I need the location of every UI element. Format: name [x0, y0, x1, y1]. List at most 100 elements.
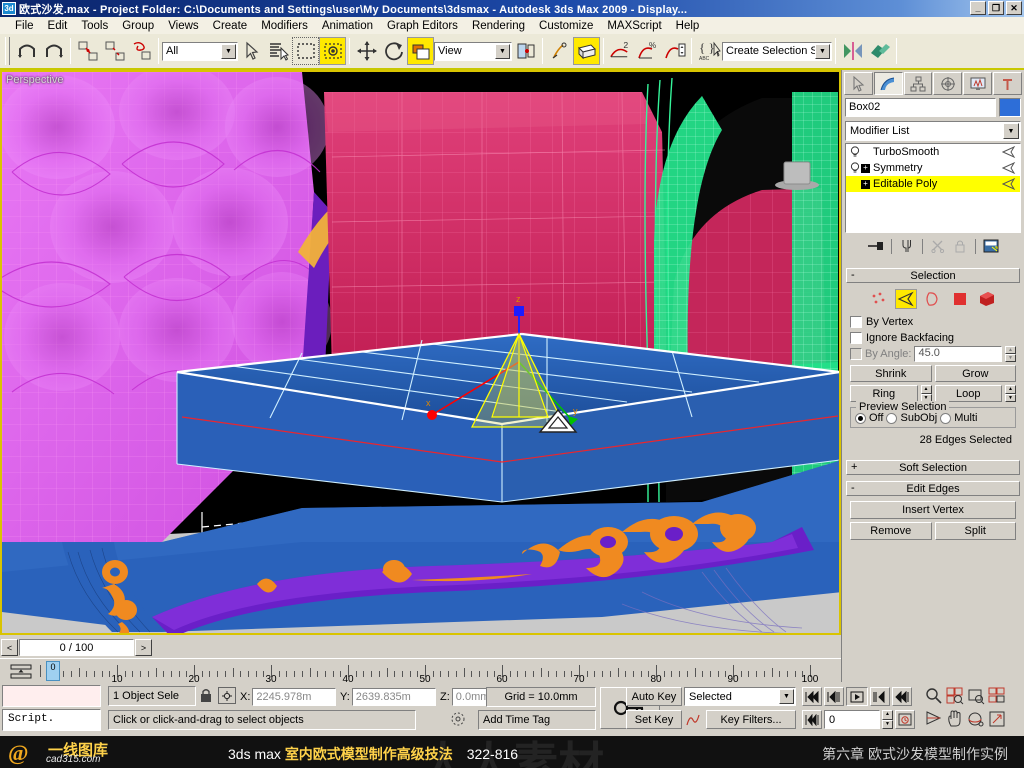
redo-button[interactable]: [40, 37, 67, 65]
previous-frame-button[interactable]: [824, 687, 844, 706]
undo-button[interactable]: [13, 37, 40, 65]
mirror-button[interactable]: [839, 37, 866, 65]
menu-item-customize[interactable]: Customize: [532, 19, 600, 33]
lightbulb-icon[interactable]: [848, 146, 861, 158]
arc-rotate-icon[interactable]: [967, 710, 985, 731]
make-unique-button[interactable]: [928, 237, 948, 256]
unlink-selection-button[interactable]: [101, 37, 128, 65]
display-tab[interactable]: [963, 72, 993, 95]
timeline-ruler[interactable]: 10 20 30 40 50 60 70 80 90 100: [40, 659, 841, 686]
key-mode-combo[interactable]: Selected ▼: [684, 687, 796, 706]
minimize-button[interactable]: _: [970, 1, 986, 15]
by-angle-checkbox[interactable]: [850, 348, 862, 360]
use-center-flyout-button[interactable]: [512, 37, 539, 65]
ignore-backfacing-row[interactable]: Ignore Backfacing: [850, 330, 1016, 346]
zoom-extents-icon[interactable]: [967, 687, 985, 708]
menu-item-edit[interactable]: Edit: [41, 19, 75, 33]
frame-spinner[interactable]: ▲ ▼: [882, 710, 893, 729]
edge-level-button[interactable]: [895, 289, 917, 309]
ring-button[interactable]: Ring: [850, 385, 918, 402]
select-and-link-button[interactable]: [74, 37, 101, 65]
ring-spinner[interactable]: ▲ ▼: [920, 385, 932, 402]
chevron-down-icon[interactable]: ▼: [815, 43, 830, 59]
zoom-extents-all-icon[interactable]: [988, 687, 1006, 708]
adaptive-degradation-icon[interactable]: [450, 711, 466, 730]
by-vertex-checkbox[interactable]: [850, 316, 862, 328]
preview-subobj-radio[interactable]: [886, 412, 898, 424]
current-frame-input[interactable]: 0: [824, 710, 880, 729]
border-level-button[interactable]: [922, 289, 944, 309]
current-frame-display[interactable]: 0 / 100: [19, 639, 134, 656]
loop-button[interactable]: Loop: [934, 385, 1002, 402]
soft-selection-rollout-header[interactable]: + Soft Selection: [846, 460, 1020, 475]
time-configuration-button[interactable]: [895, 710, 915, 729]
viewport-3d-scene[interactable]: z x y: [2, 72, 839, 633]
spinner-snap-toggle-button[interactable]: [661, 37, 688, 65]
perspective-viewport[interactable]: Perspective z x y: [0, 70, 841, 635]
modifier-list-combo[interactable]: Modifier List ▼: [845, 121, 1021, 141]
rectangular-selection-region-button[interactable]: [292, 37, 319, 65]
remove-modifier-button[interactable]: [950, 237, 970, 256]
auto-key-button[interactable]: Auto Key: [626, 687, 682, 706]
grow-button[interactable]: Grow: [934, 365, 1016, 382]
modifier-stack-item-selected[interactable]: + Editable Poly: [846, 176, 1020, 192]
pan-view-icon[interactable]: [946, 710, 964, 731]
key-mode-toggle-icon[interactable]: [802, 710, 822, 729]
menu-item-rendering[interactable]: Rendering: [465, 19, 532, 33]
key-curve-icon[interactable]: [684, 710, 702, 729]
select-object-button[interactable]: [238, 37, 265, 65]
select-and-rotate-button[interactable]: [380, 37, 407, 65]
pin-stack-button[interactable]: [866, 237, 886, 256]
named-selection-set-combo[interactable]: Create Selection Set ▼: [722, 41, 832, 61]
menu-item-group[interactable]: Group: [115, 19, 161, 33]
menu-item-animation[interactable]: Animation: [315, 19, 380, 33]
named-selection-sets-button[interactable]: { } ABC: [695, 37, 722, 65]
by-vertex-row[interactable]: By Vertex: [850, 314, 1016, 330]
viewport-label[interactable]: Perspective: [6, 74, 63, 86]
show-end-result-button[interactable]: [897, 237, 917, 256]
motion-tab[interactable]: [933, 72, 963, 95]
loop-spinner[interactable]: ▲ ▼: [1005, 385, 1016, 402]
preview-multi-radio[interactable]: [940, 412, 952, 424]
lightbulb-icon[interactable]: [848, 162, 861, 174]
time-slider-track[interactable]: 10 20 30 40 50 60 70 80 90 100 0: [0, 658, 841, 685]
insert-vertex-button[interactable]: Insert Vertex: [850, 501, 1016, 519]
utilities-tab[interactable]: [993, 72, 1022, 95]
chevron-down-icon[interactable]: ▼: [779, 689, 794, 704]
shrink-button[interactable]: Shrink: [850, 365, 932, 382]
modifier-stack-item[interactable]: TurboSmooth: [846, 144, 1020, 160]
previous-frame-button[interactable]: <: [1, 639, 18, 656]
vertex-level-button[interactable]: [868, 289, 890, 309]
play-animation-button[interactable]: [846, 687, 868, 706]
ignore-backfacing-checkbox[interactable]: [850, 332, 862, 344]
zoom-icon[interactable]: [925, 687, 943, 708]
time-slider-handle[interactable]: 0: [46, 661, 60, 681]
script-label[interactable]: Script.: [2, 709, 101, 731]
x-coordinate-field[interactable]: X: 2245.978m: [240, 687, 337, 707]
object-name-input[interactable]: Box02: [845, 98, 996, 117]
create-tab[interactable]: [844, 72, 873, 95]
percent-snap-toggle-button[interactable]: %: [634, 37, 661, 65]
expand-modifier-icon[interactable]: +: [861, 179, 870, 189]
configure-modifier-sets-button[interactable]: [981, 237, 1001, 256]
menu-item-help[interactable]: Help: [669, 19, 707, 33]
remove-button[interactable]: Remove: [850, 522, 932, 540]
expand-modifier-icon[interactable]: +: [861, 163, 870, 173]
menu-item-modifiers[interactable]: Modifiers: [254, 19, 315, 33]
menu-item-file[interactable]: File: [8, 19, 41, 33]
hierarchy-tab[interactable]: [903, 72, 933, 95]
window-crossing-button[interactable]: [319, 37, 346, 65]
element-level-button[interactable]: [976, 289, 998, 309]
absolute-relative-mode-button[interactable]: [218, 687, 236, 704]
add-time-tag-field[interactable]: Add Time Tag: [478, 710, 596, 730]
menu-item-graph-editors[interactable]: Graph Editors: [380, 19, 465, 33]
object-color-swatch[interactable]: [999, 98, 1021, 117]
key-filters-button[interactable]: Key Filters...: [706, 710, 796, 729]
edit-edges-rollout-header[interactable]: - Edit Edges: [846, 481, 1020, 496]
select-and-scale-button[interactable]: [407, 37, 434, 65]
chevron-down-icon[interactable]: ▼: [495, 43, 510, 59]
modify-tab[interactable]: [873, 72, 903, 95]
next-frame-button[interactable]: [870, 687, 890, 706]
menu-item-create[interactable]: Create: [206, 19, 255, 33]
y-coordinate-field[interactable]: Y: 2639.835m: [340, 687, 436, 707]
